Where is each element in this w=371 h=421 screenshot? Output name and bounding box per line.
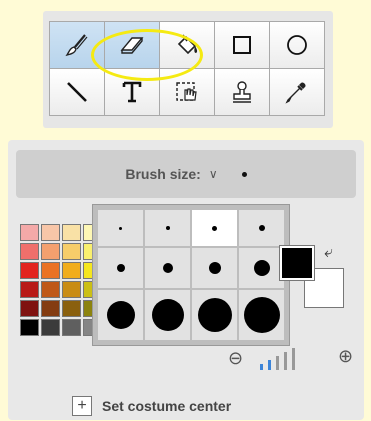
brush-size-option[interactable] <box>192 290 237 340</box>
brush-dot <box>212 225 217 231</box>
zoom-in-icon[interactable]: ⊕ <box>338 346 353 367</box>
color-swatch[interactable] <box>41 300 60 317</box>
brush-dot <box>165 226 170 230</box>
brush-size-preview <box>241 171 247 177</box>
brush-panel: Brush size: ∨ ⤶ ⊖ ⊕ + Set costume center <box>8 140 364 420</box>
rectangle-icon <box>233 36 251 54</box>
color-swatch[interactable] <box>62 281 81 298</box>
color-swatch[interactable] <box>20 243 39 260</box>
brush-dot <box>253 260 270 276</box>
ellipse-tool[interactable] <box>270 22 324 68</box>
set-costume-center-button[interactable]: + Set costume center <box>72 396 231 416</box>
brush-size-popup <box>92 204 290 346</box>
line-tool[interactable] <box>50 69 104 115</box>
select-hand-icon <box>176 82 197 101</box>
chevron-down-icon: ∨ <box>208 167 218 181</box>
text-icon <box>122 81 142 103</box>
zoom-level-bar <box>284 352 287 370</box>
stamp-tool[interactable] <box>215 69 269 115</box>
color-swatch[interactable] <box>20 319 39 336</box>
color-swatch[interactable] <box>41 243 60 260</box>
zoom-out-icon[interactable]: ⊖ <box>228 348 243 369</box>
color-swatch[interactable] <box>62 300 81 317</box>
color-swatch[interactable] <box>41 281 60 298</box>
paint-bucket-icon <box>177 34 198 55</box>
ellipse-icon <box>287 35 307 55</box>
brush-dot <box>116 264 125 272</box>
foreground-color[interactable] <box>279 245 315 281</box>
color-swatch[interactable] <box>62 319 81 336</box>
plus-icon: + <box>72 396 92 416</box>
color-swatch[interactable] <box>41 224 60 241</box>
brush-size-option[interactable] <box>239 210 284 246</box>
stamp-icon <box>233 81 251 103</box>
brush-size-dropdown[interactable]: Brush size: ∨ <box>16 150 356 198</box>
paintbrush-icon <box>65 34 88 57</box>
color-swatch[interactable] <box>20 300 39 317</box>
brush-size-option[interactable] <box>192 210 237 246</box>
brush-size-option[interactable] <box>98 210 143 246</box>
brush-dot <box>106 301 135 329</box>
color-swatch[interactable] <box>20 224 39 241</box>
tools-grid <box>49 21 325 116</box>
brush-dot <box>162 263 173 273</box>
brush-dot <box>119 226 122 230</box>
color-swatch[interactable] <box>41 319 60 336</box>
brush-size-option[interactable] <box>98 248 143 288</box>
eraser-tool[interactable] <box>105 22 159 68</box>
brush-size-label: Brush size: <box>125 166 201 182</box>
zoom-level-bar <box>268 360 271 370</box>
brush-size-option[interactable] <box>98 290 143 340</box>
zoom-level-indicator[interactable] <box>260 348 295 370</box>
rectangle-tool[interactable] <box>215 22 269 68</box>
brush-size-option[interactable] <box>192 248 237 288</box>
color-swatch[interactable] <box>41 262 60 279</box>
brush-dot <box>208 262 221 274</box>
brush-size-option[interactable] <box>239 290 284 340</box>
brush-dot <box>197 298 232 332</box>
zoom-level-bar <box>292 348 295 370</box>
eyedropper-tool[interactable] <box>270 69 324 115</box>
brush-size-option[interactable] <box>145 248 190 288</box>
brush-size-option[interactable] <box>239 248 284 288</box>
brush-dot <box>151 299 184 331</box>
color-swatch[interactable] <box>20 262 39 279</box>
line-icon <box>67 82 87 102</box>
brush-size-option[interactable] <box>145 210 190 246</box>
tools-panel <box>43 11 333 128</box>
zoom-level-bar <box>260 364 263 370</box>
paintbrush-tool[interactable] <box>50 22 104 68</box>
color-swatch[interactable] <box>62 224 81 241</box>
eraser-icon <box>120 37 144 54</box>
brush-dot <box>243 297 280 333</box>
brush-dot <box>258 225 265 231</box>
set-costume-center-label: Set costume center <box>102 398 232 414</box>
zoom-level-bar <box>276 356 279 370</box>
text-tool[interactable] <box>105 69 159 115</box>
brush-size-option[interactable] <box>145 290 190 340</box>
fill-tool[interactable] <box>160 22 214 68</box>
color-swatch[interactable] <box>20 281 39 298</box>
color-swatch[interactable] <box>62 243 81 260</box>
color-swatch[interactable] <box>62 262 81 279</box>
eyedropper-icon <box>285 82 306 104</box>
swap-colors-icon[interactable]: ⤶ <box>324 244 333 262</box>
select-tool[interactable] <box>160 69 214 115</box>
